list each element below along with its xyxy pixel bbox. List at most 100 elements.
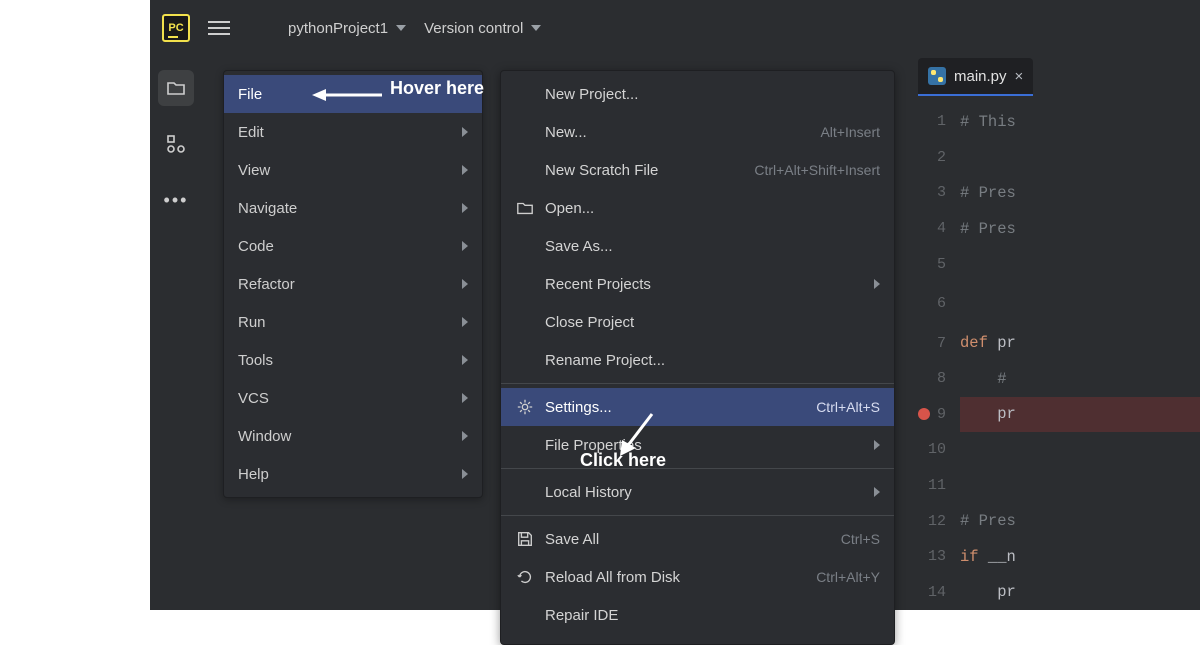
line-number[interactable]: 10 (910, 432, 956, 468)
file-menu-item[interactable]: Local History (501, 473, 894, 511)
line-number-gutter[interactable]: 1234567891011121314 (910, 98, 956, 610)
submenu-item-label: Settings... (545, 399, 612, 416)
code-line[interactable] (960, 468, 1200, 504)
code-line[interactable]: def pr (960, 325, 1200, 361)
left-tool-rail: ••• (150, 56, 202, 610)
close-icon[interactable]: × (1015, 68, 1024, 85)
ellipsis-icon: ••• (164, 190, 189, 211)
submenu-item-label: New Scratch File (545, 162, 658, 179)
main-menu-item-refactor[interactable]: Refactor (224, 265, 482, 303)
main-menu-item-run[interactable]: Run (224, 303, 482, 341)
line-number[interactable]: 1 (910, 104, 956, 140)
line-number[interactable]: 9 (910, 397, 956, 433)
line-number[interactable]: 13 (910, 539, 956, 575)
code-line[interactable]: # Pres (960, 175, 1200, 211)
submenu-item-label: Rename Project... (545, 352, 665, 369)
code-line[interactable]: # Pres (960, 503, 1200, 539)
app-logo-icon: PC (162, 14, 190, 42)
line-number[interactable]: 12 (910, 503, 956, 539)
line-number[interactable]: 8 (910, 361, 956, 397)
main-menu-item-code[interactable]: Code (224, 227, 482, 265)
line-number[interactable]: 14 (910, 574, 956, 610)
submenu-item-label: New Project... (545, 86, 638, 103)
submenu-item-label: Local History (545, 484, 632, 501)
menu-item-label: Run (238, 314, 266, 331)
line-number[interactable]: 4 (910, 211, 956, 247)
folder-icon (166, 78, 186, 98)
main-menu-item-view[interactable]: View (224, 151, 482, 189)
menu-separator (501, 383, 894, 384)
file-menu-item[interactable]: File Properties (501, 426, 894, 464)
file-menu-item[interactable]: Close Project (501, 303, 894, 341)
chevron-right-icon (462, 393, 468, 403)
shortcut-label: Alt+Insert (820, 124, 880, 140)
code-line[interactable] (960, 140, 1200, 176)
file-menu-item[interactable]: Settings...Ctrl+Alt+S (501, 388, 894, 426)
shortcut-label: Ctrl+Alt+Shift+Insert (754, 162, 880, 178)
chevron-down-icon (396, 25, 406, 31)
main-menu-item-tools[interactable]: Tools (224, 341, 482, 379)
code-line[interactable]: if __n (960, 539, 1200, 575)
file-menu-item[interactable]: Save AllCtrl+S (501, 520, 894, 558)
line-number[interactable]: 5 (910, 246, 956, 282)
chevron-right-icon (462, 127, 468, 137)
file-menu-item[interactable]: Save As... (501, 227, 894, 265)
icon-slot (515, 568, 535, 586)
file-menu-item[interactable]: Rename Project... (501, 341, 894, 379)
line-number[interactable]: 6 (910, 282, 956, 325)
file-menu-item[interactable]: Open... (501, 189, 894, 227)
titlebar: PC pythonProject1 Version control (150, 0, 1200, 56)
code-line[interactable]: # Pres (960, 211, 1200, 247)
menu-item-label: Help (238, 466, 269, 483)
code-line[interactable]: pr (960, 397, 1200, 433)
reload-icon (516, 568, 534, 586)
hamburger-icon[interactable] (208, 21, 230, 35)
chevron-right-icon (462, 203, 468, 213)
code-line[interactable] (960, 282, 1200, 325)
code-line[interactable] (960, 246, 1200, 282)
line-number[interactable]: 7 (910, 325, 956, 361)
tab-filename: main.py (954, 68, 1007, 85)
annotation-hover: Hover here (390, 78, 484, 99)
main-menu-item-vcs[interactable]: VCS (224, 379, 482, 417)
line-number[interactable]: 2 (910, 140, 956, 176)
editor-tab-main-py[interactable]: main.py × (918, 58, 1033, 96)
file-menu-item[interactable]: New Project... (501, 75, 894, 113)
file-menu-item[interactable]: New Scratch File Ctrl+Alt+Shift+Insert (501, 151, 894, 189)
project-selector[interactable]: pythonProject1 (288, 20, 406, 37)
file-menu-item[interactable]: New...Alt+Insert (501, 113, 894, 151)
main-menu-item-edit[interactable]: Edit (224, 113, 482, 151)
chevron-right-icon (462, 431, 468, 441)
menu-separator (501, 515, 894, 516)
line-number[interactable]: 11 (910, 468, 956, 504)
menu-item-label: File (238, 86, 262, 103)
project-tool-button[interactable] (158, 70, 194, 106)
structure-tool-button[interactable] (158, 126, 194, 162)
python-file-icon (928, 67, 946, 85)
main-menu-item-help[interactable]: Help (224, 455, 482, 493)
submenu-item-label: Repair IDE (545, 607, 618, 624)
chevron-right-icon (462, 241, 468, 251)
menu-item-label: View (238, 162, 270, 179)
file-menu-item[interactable]: Reload All from DiskCtrl+Alt+Y (501, 558, 894, 596)
file-menu-item[interactable]: Recent Projects (501, 265, 894, 303)
arrow-icon (312, 86, 384, 104)
file-menu-item[interactable]: Repair IDE (501, 596, 894, 634)
more-tools-button[interactable]: ••• (158, 182, 194, 218)
vcs-selector[interactable]: Version control (424, 20, 541, 37)
chevron-right-icon (462, 355, 468, 365)
code-line[interactable] (960, 432, 1200, 468)
code-line[interactable]: pr (960, 574, 1200, 610)
main-menu: File Edit View Navigate CodeRefactor Run Tools… (223, 70, 483, 498)
code-line[interactable]: # This (960, 104, 1200, 140)
editor-area: main.py × 1234567891011121314 # This# Pr… (910, 56, 1200, 610)
menu-item-label: Navigate (238, 200, 297, 217)
line-number[interactable]: 3 (910, 175, 956, 211)
shortcut-label: Ctrl+S (841, 531, 880, 547)
chevron-right-icon (462, 279, 468, 289)
main-menu-item-navigate[interactable]: Navigate (224, 189, 482, 227)
chevron-right-icon (462, 469, 468, 479)
code-line[interactable]: # (960, 361, 1200, 397)
code-editor[interactable]: # This# Pres# Presdef pr # pr# Presif __… (956, 98, 1200, 610)
main-menu-item-window[interactable]: Window (224, 417, 482, 455)
